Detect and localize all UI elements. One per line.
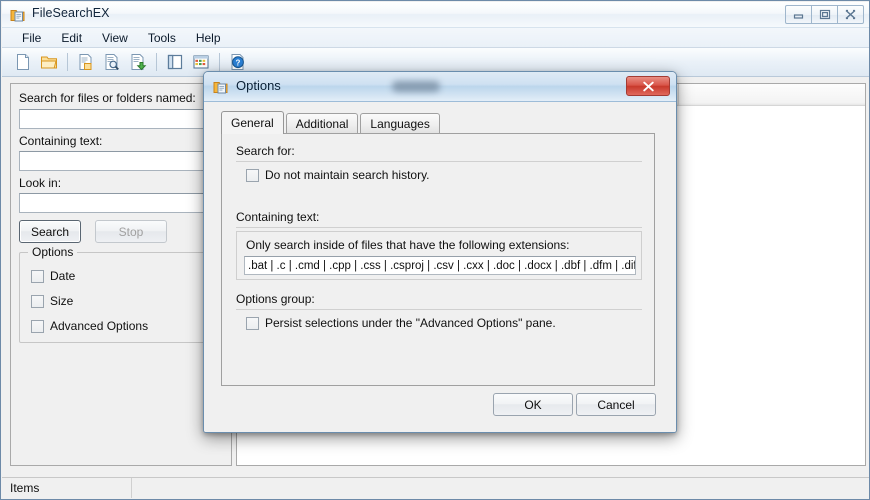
search-for-divider [236, 161, 642, 162]
window-controls [785, 5, 864, 24]
no-history-checkbox[interactable] [246, 168, 259, 182]
column-header-extra[interactable] [679, 84, 865, 105]
menubar: File Edit View Tools Help [2, 28, 869, 48]
menu-tools[interactable]: Tools [138, 29, 186, 47]
search-name-label: Search for files or folders named: [19, 91, 196, 105]
option-date-row[interactable]: Date [31, 269, 75, 283]
containing-text-section-label: Containing text: [236, 210, 320, 224]
menu-file[interactable]: File [12, 29, 51, 47]
dialog-tabstrip: General Additional Languages [221, 111, 442, 134]
toggle-pane-icon[interactable] [162, 50, 188, 74]
app-icon [10, 7, 26, 23]
search-name-input[interactable] [19, 109, 223, 129]
open-folder-icon[interactable] [36, 50, 62, 74]
svg-text:?: ? [236, 58, 241, 67]
extensions-box: Only search inside of files that have th… [236, 231, 642, 280]
toolbar-separator-2 [156, 53, 157, 71]
status-items: Items [2, 478, 132, 498]
option-size-row[interactable]: Size [31, 294, 73, 308]
tab-languages[interactable]: Languages [360, 113, 440, 133]
menu-help[interactable]: Help [186, 29, 231, 47]
dialog-body: General Additional Languages Search for:… [204, 102, 676, 432]
search-button[interactable]: Search [19, 220, 81, 243]
containing-text-label: Containing text: [19, 134, 103, 148]
search-for-label: Search for: [236, 144, 295, 158]
dialog-titlebar: Options [204, 72, 676, 102]
option-size-checkbox[interactable] [31, 294, 44, 308]
dialog-icon [213, 79, 229, 95]
maximize-button[interactable] [811, 5, 838, 24]
window-title: FileSearchEX [32, 6, 110, 20]
close-button[interactable] [837, 5, 864, 24]
statusbar: Items [2, 477, 869, 498]
options-groupbox: Options Date Size Advanced Options [19, 245, 223, 343]
toolbar-separator [67, 53, 68, 71]
minimize-button[interactable] [785, 5, 812, 24]
dialog-title: Options [236, 78, 281, 93]
tab-panel-general: Search for: Do not maintain search histo… [221, 133, 655, 386]
no-history-row[interactable]: Do not maintain search history. [246, 168, 430, 182]
options-group-section-label: Options group: [236, 292, 315, 306]
option-date-checkbox[interactable] [31, 269, 44, 283]
options-group-title: Options [28, 245, 78, 259]
extensions-hint: Only search inside of files that have th… [246, 238, 570, 252]
extensions-input[interactable]: .bat | .c | .cmd | .cpp | .css | .csproj… [244, 256, 636, 275]
status-detail [132, 478, 140, 498]
new-document-icon[interactable] [10, 50, 36, 74]
stop-button[interactable]: Stop [95, 220, 167, 243]
persist-selections-checkbox[interactable] [246, 316, 259, 330]
search-document-icon[interactable] [99, 50, 125, 74]
option-advanced-checkbox[interactable] [31, 319, 44, 333]
redacted-text-blur [392, 81, 440, 92]
no-history-label: Do not maintain search history. [265, 168, 430, 182]
search-panel: Search for files or folders named: Conta… [10, 83, 232, 466]
look-in-label: Look in: [19, 176, 62, 190]
persist-selections-label: Persist selections under the "Advanced O… [265, 316, 556, 330]
tab-additional[interactable]: Additional [285, 113, 359, 133]
window-titlebar: FileSearchEX [2, 2, 869, 28]
option-advanced-row[interactable]: Advanced Options [31, 319, 148, 333]
application-window: FileSearchEX File Edit View Tools Help ?… [0, 0, 870, 500]
option-advanced-label: Advanced Options [50, 319, 149, 333]
export-document-icon[interactable] [125, 50, 151, 74]
containing-text-divider [236, 227, 642, 228]
option-size-label: Size [50, 294, 74, 308]
menu-view[interactable]: View [92, 29, 138, 47]
persist-selections-row[interactable]: Persist selections under the "Advanced O… [246, 316, 556, 330]
dialog-close-button[interactable] [626, 76, 670, 96]
menu-edit[interactable]: Edit [51, 29, 92, 47]
option-date-label: Date [50, 269, 76, 283]
tab-general[interactable]: General [221, 111, 284, 134]
ok-button[interactable]: OK [493, 393, 573, 416]
toolbar-separator-3 [219, 53, 220, 71]
options-dialog: Options General Additional Languages Sea… [203, 71, 677, 433]
containing-text-input[interactable] [19, 151, 223, 171]
cancel-button[interactable]: Cancel [576, 393, 656, 416]
save-document-icon[interactable] [73, 50, 99, 74]
options-group-divider [236, 309, 642, 310]
look-in-input[interactable] [19, 193, 223, 213]
